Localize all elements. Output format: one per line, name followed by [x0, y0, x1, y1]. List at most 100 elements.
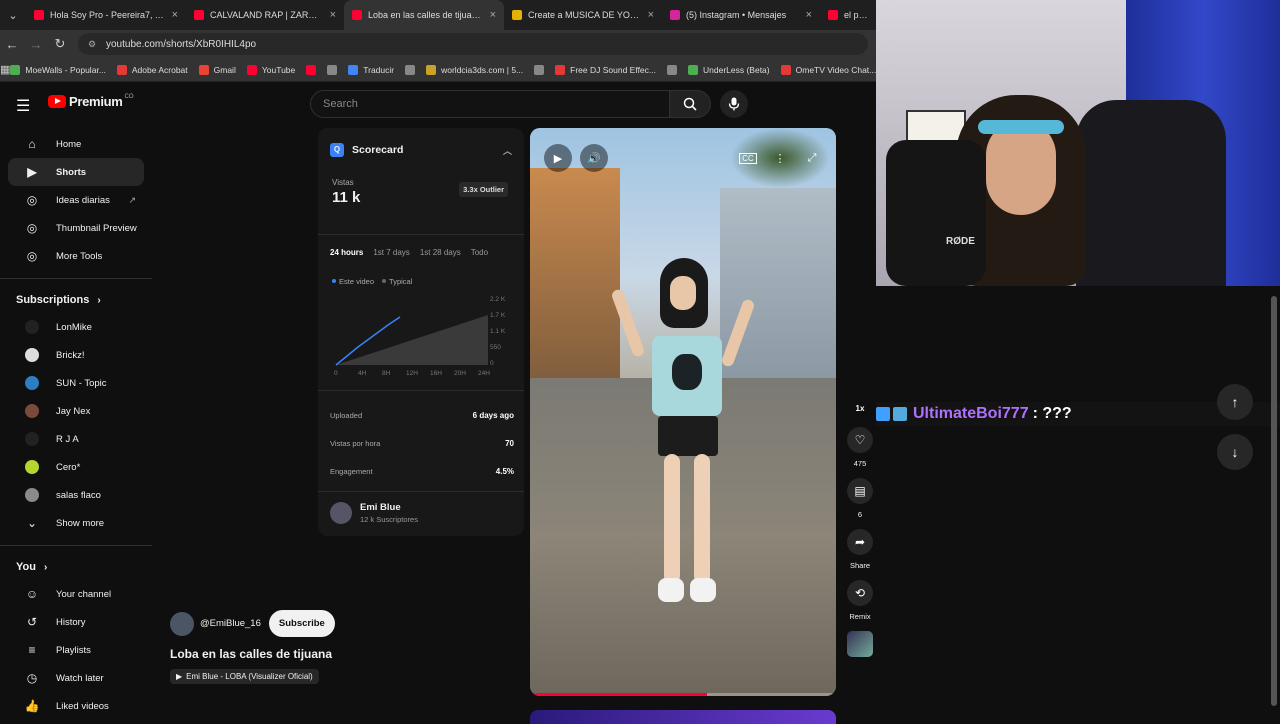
search-button[interactable]	[669, 90, 711, 118]
site-info-icon[interactable]: ⚙	[88, 39, 98, 49]
next-short-button[interactable]: ↓	[1217, 434, 1253, 470]
range-tab[interactable]: 24 hours	[330, 248, 363, 257]
comment-button[interactable]: ▤	[847, 478, 873, 504]
bookmark-item[interactable]: MoeWalls - Popular...	[10, 64, 106, 75]
bookmark-favicon-icon	[348, 64, 359, 75]
youtube-premium-logo[interactable]: Premium CO	[48, 94, 134, 109]
you-header[interactable]: You ›	[0, 554, 152, 580]
captions-button[interactable]: CC	[734, 144, 762, 172]
browser-tab[interactable]: CALVALAND RAP | ZARCORT Y ×	[186, 0, 344, 30]
show-more-button[interactable]: ⌄ Show more	[8, 509, 144, 537]
bookmark-item[interactable]: Traducir	[348, 64, 395, 75]
subscribe-button[interactable]: Subscribe	[268, 610, 335, 637]
subscription-item[interactable]: Jay Nex	[8, 397, 144, 425]
you-item-playlists[interactable]: ≡ Playlists	[8, 636, 144, 664]
url-field[interactable]: ⚙ youtube.com/shorts/XbR0IHIL4po	[78, 33, 868, 55]
subscription-item[interactable]: Brickz!	[8, 341, 144, 369]
play-pause-button[interactable]: ▶	[544, 144, 572, 172]
bookmark-item[interactable]: Free DJ Sound Effec...	[555, 64, 656, 75]
subscription-item[interactable]: SUN - Topic	[8, 369, 144, 397]
youtube-page: ☰ Premium CO Search ⌂ Home ▶ Shorts ◎ Ideas d…	[0, 82, 878, 724]
subscription-item[interactable]: Cero*	[8, 453, 144, 481]
bookmark-favicon-icon	[555, 64, 566, 75]
you-item-history[interactable]: ↺ History	[8, 608, 144, 636]
y-tick-label: 0	[490, 360, 494, 367]
you-item-liked-videos[interactable]: 👍 Liked videos	[8, 692, 144, 720]
you-item-icon: 👍	[24, 699, 40, 713]
close-tab-icon[interactable]: ×	[648, 9, 654, 21]
subscription-item[interactable]: LonMike	[8, 313, 144, 341]
bookmark-item[interactable]	[405, 64, 420, 75]
tab-list-button[interactable]: ⌄	[0, 9, 26, 22]
playback-speed[interactable]: 1x	[842, 404, 878, 413]
bookmark-item[interactable]: Gmail	[198, 64, 236, 75]
bookmark-item[interactable]: Adobe Acrobat	[116, 64, 188, 75]
sidebar-item-shorts[interactable]: ▶ Shorts	[8, 158, 144, 186]
bookmark-item[interactable]: worldcia3ds.com | 5...	[426, 64, 523, 75]
apps-grid-icon[interactable]: ▦	[0, 63, 10, 76]
range-tab[interactable]: 1st 28 days	[420, 248, 461, 257]
fullscreen-button[interactable]: ⤢	[798, 144, 826, 172]
video-progress-bar[interactable]	[530, 693, 836, 696]
chat-badge-icon	[893, 407, 907, 421]
subscription-label: Jay Nex	[56, 405, 91, 417]
views-chart: 2.2 K 1.7 K 1.1 K 550 0 0 4H 8H 12H 16H 20H 24H	[334, 296, 506, 377]
bookmark-item[interactable]	[327, 64, 342, 75]
subscription-label: R J A	[56, 433, 79, 445]
bookmark-favicon-icon	[780, 64, 791, 75]
bookmark-item[interactable]: UnderLess (Beta)	[688, 64, 770, 75]
subscription-item[interactable]: salas flaco	[8, 481, 144, 509]
bookmark-item[interactable]	[667, 64, 682, 75]
browser-tab[interactable]: Hola Soy Pro - Peereira7, Agust ×	[26, 0, 186, 30]
close-tab-icon[interactable]: ×	[330, 9, 336, 21]
x-tick-label: 8H	[382, 370, 391, 377]
voice-search-button[interactable]	[720, 90, 748, 118]
search-input[interactable]: Search	[310, 90, 670, 118]
subscription-item[interactable]: R J A	[8, 425, 144, 453]
like-button[interactable]: ♡	[847, 427, 873, 453]
bookmark-label: OmeTV Video Chat...	[795, 64, 877, 75]
previous-short-button[interactable]: ↑	[1217, 384, 1253, 420]
close-tab-icon[interactable]: ×	[490, 9, 496, 21]
bookmark-item[interactable]	[306, 64, 321, 75]
sound-thumbnail[interactable]	[847, 631, 873, 657]
subscriptions-header[interactable]: Subscriptions ›	[0, 287, 152, 313]
browser-tab[interactable]: el pan ket	[820, 0, 876, 30]
menu-icon[interactable]: ☰	[16, 96, 30, 116]
bookmark-favicon-icon	[667, 64, 677, 75]
back-button[interactable]: ←	[0, 37, 24, 52]
short-video-player[interactable]: ▶ 🔊 CC ⋮ ⤢	[530, 128, 836, 696]
close-tab-icon[interactable]: ×	[172, 9, 178, 21]
music-link[interactable]: ▶ Emi Blue - LOBA (Visualizer Oficial)	[170, 669, 319, 684]
bookmark-item[interactable]	[534, 64, 549, 75]
close-tab-icon[interactable]: ×	[806, 9, 812, 21]
collapse-chevron-icon[interactable]: ︿	[503, 144, 512, 157]
sidebar-item-thumbnail-preview[interactable]: ◎ Thumbnail Preview	[8, 214, 144, 242]
sidebar-item-home[interactable]: ⌂ Home	[8, 130, 144, 158]
bookmark-item[interactable]: OmeTV Video Chat...	[780, 64, 877, 75]
reload-button[interactable]: ↻	[48, 36, 72, 52]
browser-tab[interactable]: Loba en las calles de tijuana - Y ×	[344, 0, 504, 30]
scorecard-channel[interactable]: Emi Blue 12 k Suscriptores	[318, 492, 524, 534]
forward-button[interactable]: →	[24, 37, 48, 52]
range-tab[interactable]: 1st 7 days	[373, 248, 409, 257]
more-options-button[interactable]: ⋮	[766, 144, 794, 172]
scorecard-title: Scorecard	[352, 144, 404, 156]
you-item-watch-later[interactable]: ◷ Watch later	[8, 664, 144, 692]
avatar[interactable]	[170, 611, 194, 636]
browser-tab[interactable]: Create a MUSICA DE YOUTUBE ×	[504, 0, 662, 30]
you-item-your-channel[interactable]: ☺ Your channel	[8, 580, 144, 608]
page-scrollbar[interactable]	[1271, 296, 1277, 706]
volume-button[interactable]: 🔊	[580, 144, 608, 172]
range-tab[interactable]: Todo	[471, 248, 488, 257]
remix-button[interactable]: ⟲	[847, 580, 873, 606]
scorecard-header[interactable]: Q Scorecard ︿	[318, 128, 524, 172]
bookmark-item[interactable]: YouTube	[246, 64, 295, 75]
channel-handle[interactable]: @EmiBlue_16	[200, 618, 261, 629]
browser-tab[interactable]: (5) Instagram • Mensajes ×	[662, 0, 820, 30]
sidebar-item-ideas-diarias[interactable]: ◎ Ideas diarias ↗	[8, 186, 144, 214]
sidebar-item-more-tools[interactable]: ◎ More Tools	[8, 242, 144, 270]
next-short-preview[interactable]	[530, 710, 836, 724]
bookmark-label: Traducir	[363, 64, 395, 75]
share-button[interactable]: ➦	[847, 529, 873, 555]
